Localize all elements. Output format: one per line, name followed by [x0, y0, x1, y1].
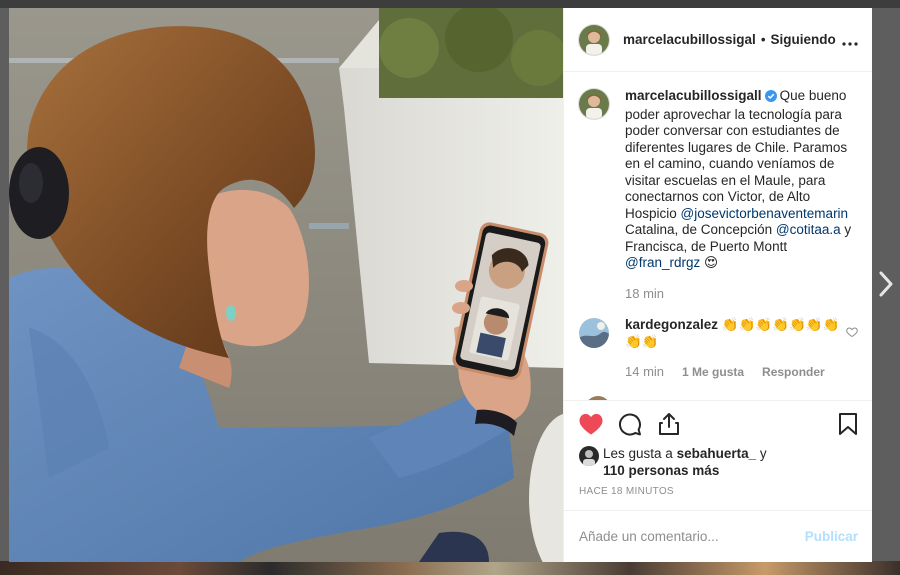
mention-link-2[interactable]: @cotitaa.a — [776, 222, 841, 237]
likes-prefix: Les gusta a — [603, 446, 673, 461]
likes-summary: Les gusta a sebahuerta_ y 110 personas m… — [579, 445, 858, 479]
author-username[interactable]: marcelacubillossigal — [623, 32, 756, 47]
post-header: marcelacubillossigal • Siguiendo — [564, 8, 872, 72]
post-photo — [9, 8, 563, 562]
caption-timestamp[interactable]: 18 min — [625, 286, 664, 303]
publish-button[interactable]: Publicar — [805, 529, 858, 544]
share-icon[interactable] — [657, 412, 681, 436]
heart-eyes-emoji: 😍 — [704, 255, 719, 270]
caption-avatar[interactable] — [579, 89, 609, 119]
bookmark-icon[interactable] — [838, 412, 858, 436]
header-separator: • — [760, 32, 766, 47]
post-actions: Les gusta a sebahuerta_ y 110 personas m… — [564, 400, 872, 510]
liker-avatar[interactable] — [579, 446, 599, 466]
commenter-username[interactable]: kardegonzalez — [625, 317, 718, 332]
comment-item: kardegonzalez 👏👏👏👏👏👏👏👏👏 14 min 1 Me gust… — [579, 317, 858, 381]
author-avatar[interactable] — [579, 24, 609, 55]
likes-conjunction: y — [759, 446, 767, 461]
comment-bubble-icon[interactable] — [618, 412, 642, 436]
verified-badge-icon — [764, 90, 777, 107]
feed-background-bottom — [0, 561, 900, 575]
post-modal: marcelacubillossigal • Siguiendo marcela… — [9, 8, 872, 562]
caption-text: marcelacubillossigall Que bueno poder apr… — [625, 88, 858, 272]
more-options-icon[interactable] — [842, 31, 858, 49]
reply-button[interactable]: Responder — [762, 364, 825, 381]
heart-icon[interactable] — [579, 413, 603, 435]
comment-like-heart-icon[interactable] — [846, 325, 858, 343]
chevron-right-icon[interactable] — [878, 270, 894, 303]
caption-text-part-1: Que bueno poder aprovechar la tecnología… — [625, 88, 848, 221]
add-comment-bar: Publicar — [564, 510, 872, 562]
caption-username[interactable]: marcelacubillossigall — [625, 88, 762, 103]
feed-background-top — [0, 0, 900, 8]
comment-timestamp[interactable]: 14 min — [625, 364, 664, 381]
caption-text-part-2: Catalina, de Concepción — [625, 222, 776, 237]
likes-others-link[interactable]: 110 personas más — [603, 463, 719, 478]
next-comment-avatar-peek — [585, 396, 611, 400]
caption: marcelacubillossigall Que bueno poder apr… — [579, 88, 858, 302]
following-button[interactable]: Siguiendo — [771, 32, 836, 47]
mention-link-3[interactable]: @fran_rdrgz — [625, 255, 700, 270]
comments-section: marcelacubillossigall Que bueno poder apr… — [564, 72, 872, 400]
post-side-panel: marcelacubillossigal • Siguiendo marcela… — [563, 8, 872, 562]
liker-username[interactable]: sebahuerta_ — [677, 446, 757, 461]
post-timestamp[interactable]: HACE 18 MINUTOS — [579, 486, 858, 497]
comment-input[interactable] — [579, 529, 805, 544]
commenter-avatar[interactable] — [579, 318, 609, 348]
comment-text: kardegonzalez 👏👏👏👏👏👏👏👏👏 — [625, 317, 846, 350]
mention-link-1[interactable]: @josevictorbenaventemarin — [681, 206, 849, 221]
comment-likes-count[interactable]: 1 Me gusta — [682, 364, 744, 381]
